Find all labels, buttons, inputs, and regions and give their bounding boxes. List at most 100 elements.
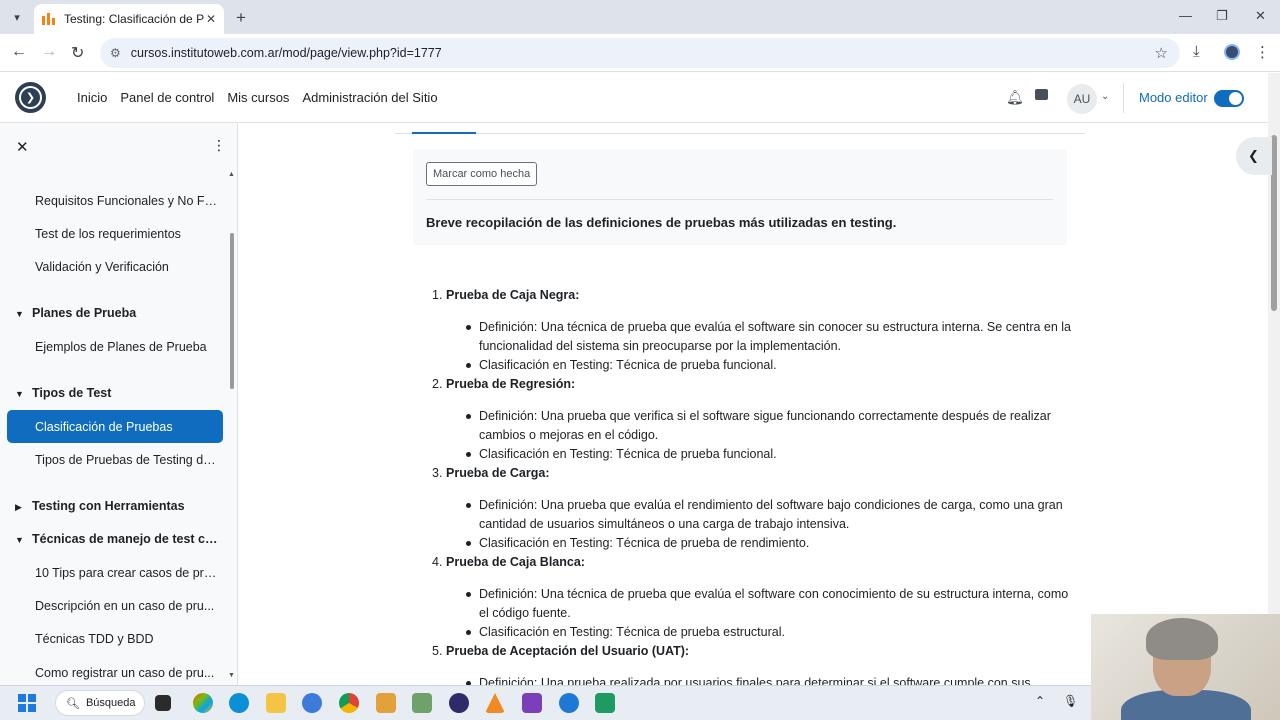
list-number: 2. [432, 377, 443, 391]
list-number: 5. [432, 644, 443, 658]
taskbar-search[interactable]: 🔍︎ Búsqueda [55, 690, 145, 716]
site-logo[interactable]: ❯ [15, 82, 46, 113]
notifications-bell-icon[interactable]: 🔔︎ [1006, 89, 1024, 106]
section-chevron-down-icon[interactable]: ▼ [15, 535, 24, 545]
activity-description: Breve recopilación de las definiciones d… [426, 215, 897, 230]
copilot-icon[interactable] [193, 693, 213, 713]
test-title-text: Prueba de Aceptación del Usuario (UAT): [446, 644, 690, 658]
app-icon[interactable] [559, 693, 579, 713]
list-number: 3. [432, 466, 443, 480]
tray-chevron-up-icon[interactable]: ⌃ [1035, 694, 1045, 708]
site-info-icon[interactable]: ⚙ [110, 46, 121, 60]
block-drawer-chevron-left-icon[interactable]: ❮ [1236, 137, 1272, 175]
activity-header: Marcar como hecha Breve recopilación de … [413, 149, 1067, 245]
download-icon[interactable]: ⤓ [1193, 43, 1200, 60]
course-index-section[interactable]: Planes de Prueba [32, 306, 136, 320]
section-chevron-down-icon[interactable]: ▼ [15, 309, 24, 319]
mark-as-done-button[interactable]: Marcar como hecha [426, 162, 538, 186]
course-index-item[interactable]: Ejemplos de Planes de Prueba [35, 340, 220, 354]
list-item: 1. Prueba de Caja Negra: Definición: Una … [426, 286, 1076, 375]
list-number: 1. [432, 288, 443, 302]
list-item: 4. Prueba de Caja Blanca: Definición: Una… [426, 553, 1076, 642]
course-index-section[interactable]: Técnicas de manejo de test ca... [32, 532, 222, 546]
course-index-item[interactable]: Validación y Verificación [35, 260, 220, 274]
url-text[interactable]: cursos.institutoweb.com.ar/mod/page/view… [131, 46, 442, 60]
test-classification: Clasificación en Testing: Técnica de pru… [466, 445, 1076, 464]
bookmark-star-icon[interactable]: ☆ [1155, 44, 1168, 62]
page-content: 1. Prueba de Caja Negra: Definición: Una … [426, 286, 1076, 693]
drawer-scrollbar[interactable]: ▲ ▼ [228, 171, 235, 680]
test-title: 4. Prueba de Caja Blanca: [426, 553, 1076, 572]
new-tab-button[interactable]: + [236, 8, 246, 28]
edit-mode-toggle[interactable] [1214, 90, 1244, 107]
scroll-up-icon[interactable]: ▲ [228, 171, 235, 178]
video-editor-icon[interactable] [522, 693, 542, 713]
course-index-section[interactable]: Tipos de Test [32, 386, 111, 400]
course-index-item[interactable]: Técnicas TDD y BDD [35, 632, 220, 646]
snipping-tool-icon[interactable] [376, 693, 396, 713]
user-avatar[interactable]: AU [1067, 84, 1097, 114]
edge-icon[interactable] [229, 693, 249, 713]
course-index-section[interactable]: Testing con Herramientas [32, 499, 185, 513]
tab-close-icon[interactable]: ✕ [206, 12, 216, 26]
microphone-icon[interactable]: 🎙︎ [1063, 694, 1078, 708]
secondary-nav-active-tab[interactable] [412, 132, 476, 134]
restore-icon[interactable]: ❐ [1216, 8, 1228, 24]
task-view-icon[interactable] [155, 695, 171, 711]
test-title-text: Prueba de Caja Blanca: [446, 555, 585, 569]
webcam-person-hair [1146, 618, 1218, 660]
test-details: Definición: Una prueba que verifica si e… [466, 407, 1076, 464]
nav-link-panel[interactable]: Panel de control [120, 90, 214, 105]
test-classification: Clasificación en Testing: Técnica de pru… [466, 534, 1076, 553]
edit-mode-label: Modo editor [1139, 90, 1208, 105]
moodle-favicon-icon [42, 13, 56, 25]
paint-icon[interactable] [412, 693, 432, 713]
tests-list: 1. Prueba de Caja Negra: Definición: Una … [426, 286, 1076, 693]
test-details: Definición: Una técnica de prueba que ev… [466, 585, 1076, 642]
close-drawer-icon[interactable]: ✕ [16, 138, 29, 156]
drawer-scrollbar-thumb[interactable] [230, 233, 234, 389]
test-definition: Definición: Una prueba que evalúa el ren… [466, 496, 1076, 534]
course-index-item[interactable]: 10 Tips para crear casos de pru... [35, 566, 220, 580]
browser-tab-active[interactable]: Testing: Clasificación de Pruebas ✕ [34, 4, 224, 34]
nav-link-inicio[interactable]: Inicio [77, 90, 107, 105]
user-menu-chevron-down-icon[interactable]: ⌄ [1101, 91, 1109, 102]
test-details: Definición: Una técnica de prueba que ev… [466, 318, 1076, 375]
nav-link-administracion[interactable]: Administración del Sitio [302, 90, 437, 105]
section-chevron-down-icon[interactable]: ▼ [15, 389, 24, 399]
headphones-app-icon[interactable] [449, 693, 469, 713]
scroll-down-icon[interactable]: ▼ [228, 672, 235, 679]
window-close-icon[interactable]: ✕ [1255, 8, 1266, 24]
file-explorer-icon[interactable] [266, 693, 286, 713]
profile-avatar-icon[interactable] [1224, 44, 1240, 60]
course-index-item[interactable]: Requisitos Funcionales y No Fu... [35, 194, 220, 208]
chrome-icon[interactable] [339, 693, 359, 713]
reload-icon[interactable]: ↻ [71, 43, 84, 63]
nav-link-mis-cursos[interactable]: Mis cursos [227, 90, 289, 105]
tab-search-icon[interactable]: ▾ [6, 6, 28, 28]
course-index-item[interactable]: Tipos de Pruebas de Testing de... [35, 453, 220, 467]
test-title: 5. Prueba de Aceptación del Usuario (UAT)… [426, 642, 1076, 661]
course-index-item-active[interactable]: Clasificación de Pruebas [7, 410, 223, 443]
messages-icon[interactable] [1035, 89, 1048, 100]
course-index-item[interactable]: Como registrar un caso de pru... [35, 666, 220, 680]
course-index-item[interactable]: Descripción en un caso de pru... [35, 599, 220, 613]
test-details: Definición: Una prueba que evalúa el ren… [466, 496, 1076, 553]
vlc-icon[interactable] [485, 693, 505, 713]
section-chevron-right-icon[interactable]: ▶ [15, 502, 22, 513]
back-icon[interactable]: ← [11, 43, 27, 61]
address-bar[interactable]: ⚙ cursos.institutoweb.com.ar/mod/page/vi… [100, 38, 1180, 68]
windows-start-icon[interactable] [18, 694, 36, 712]
test-classification: Clasificación en Testing: Técnica de pru… [466, 623, 1076, 642]
browser-menu-icon[interactable]: ⋮ [1255, 43, 1270, 61]
cutoff-section-title [32, 166, 72, 174]
drawer-options-icon[interactable]: ⋮ [212, 137, 226, 154]
minimize-icon[interactable]: — [1179, 8, 1192, 23]
chrome-profile-icon[interactable] [302, 693, 322, 713]
test-title-text: Prueba de Carga: [446, 466, 550, 480]
search-icon: 🔍︎ [66, 697, 80, 710]
forward-icon[interactable]: → [41, 43, 57, 61]
list-item: 3. Prueba de Carga: Definición: Una prueb… [426, 464, 1076, 553]
course-index-item[interactable]: Test de los requerimientos [35, 227, 220, 241]
recorder-icon[interactable] [595, 693, 615, 713]
